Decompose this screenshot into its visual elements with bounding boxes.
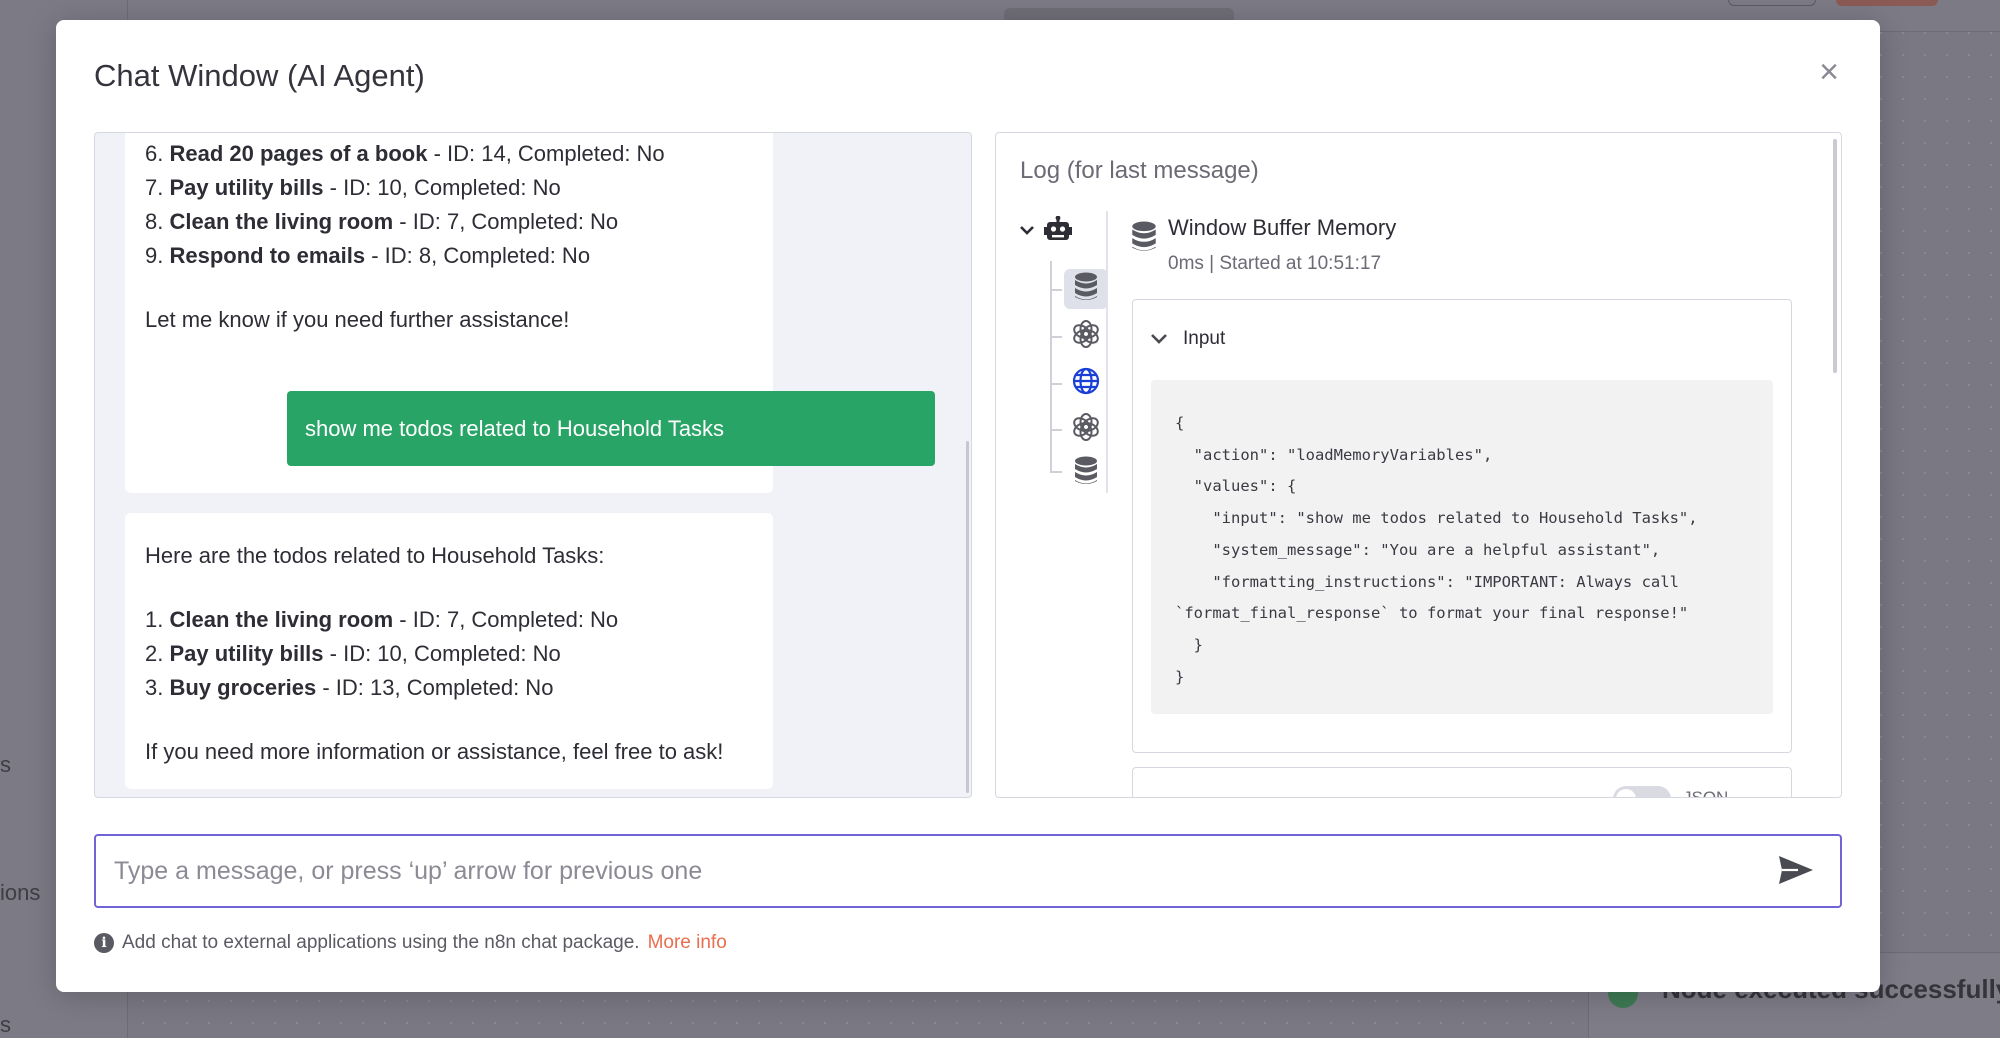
tree-item-openai-model[interactable] [1064, 316, 1108, 356]
list-item: 3. Buy groceries - ID: 13, Completed: No [145, 675, 554, 700]
background-button [1728, 0, 1816, 6]
json-toggle[interactable] [1613, 786, 1671, 797]
list-item: 9. Respond to emails - ID: 8, Completed:… [145, 243, 591, 268]
tree-item-window-buffer-memory[interactable] [1064, 453, 1108, 493]
log-node-name: Window Buffer Memory [1168, 215, 1397, 240]
tree-item-openai-model[interactable] [1064, 409, 1108, 449]
input-json-viewer[interactable]: { "action": "loadMemoryVariables", "valu… [1151, 380, 1773, 714]
background-sidebar-text: s [0, 1012, 11, 1037]
send-button[interactable] [1776, 854, 1816, 890]
message-text: Here are the todos related to Household … [145, 543, 605, 568]
globe-icon [1072, 367, 1100, 400]
list-item: 7. Pay utility bills - ID: 10, Completed… [145, 175, 561, 200]
message-text: If you need more information or assistan… [145, 739, 724, 764]
list-item: 2. Pay utility bills - ID: 10, Completed… [145, 641, 561, 666]
info-icon: i [94, 933, 114, 953]
chat-window-modal: Chat Window (AI Agent) × 6. Read 20 page… [56, 20, 1880, 992]
log-panel[interactable]: Log (for last message) Window Buffer Mem… [995, 132, 1842, 798]
tree-item-ai-agent[interactable] [1020, 213, 1108, 249]
list-item: 8. Clean the living room - ID: 7, Comple… [145, 209, 619, 234]
input-section-label: Input [1183, 328, 1226, 349]
close-icon[interactable]: × [1814, 55, 1844, 89]
background-sidebar-text: s [0, 752, 11, 777]
footer-note-text: Add chat to external applications using … [122, 932, 640, 953]
robot-icon [1044, 215, 1072, 247]
footer-note: i Add chat to external applications usin… [94, 932, 727, 954]
log-node-meta: 0ms | Started at 10:51:17 [1168, 253, 1382, 274]
chevron-down-icon [1020, 222, 1034, 240]
chat-messages-panel[interactable]: 6. Read 20 pages of a book - ID: 14, Com… [94, 132, 972, 798]
log-title: Log (for last message) [1020, 157, 1259, 184]
database-icon [1073, 272, 1099, 307]
background-sidebar-text: ions [0, 880, 41, 905]
message-text: Let me know if you need further assistan… [145, 307, 570, 332]
more-info-link[interactable]: More info [648, 932, 727, 954]
database-icon [1130, 221, 1158, 258]
list-item: 1. Clean the living room - ID: 7, Comple… [145, 607, 619, 632]
chat-input-box [94, 834, 1842, 908]
list-item: 6. Read 20 pages of a book - ID: 14, Com… [145, 141, 665, 166]
modal-title: Chat Window (AI Agent) [94, 58, 425, 93]
bot-message: Here are the todos related to Household … [125, 513, 773, 789]
output-section: JSON [1132, 767, 1792, 798]
user-message: show me todos related to Household Tasks [287, 391, 935, 466]
tree-item-http-request[interactable] [1064, 363, 1108, 403]
execution-tree [1020, 213, 1108, 513]
input-json: { "action": "loadMemoryVariables", "valu… [1175, 414, 1698, 686]
log-scrollbar[interactable] [1833, 139, 1837, 373]
openai-icon [1072, 412, 1100, 446]
input-section-toggle[interactable]: Input [1151, 328, 1225, 350]
chevron-down-icon [1151, 328, 1167, 350]
json-toggle-label: JSON [1683, 788, 1729, 798]
input-section: Input { "action": "loadMemoryVariables",… [1132, 299, 1792, 753]
database-icon [1073, 456, 1099, 491]
send-icon [1778, 855, 1814, 890]
background-button [1836, 0, 1938, 6]
message-input[interactable] [114, 836, 1714, 906]
tree-item-window-buffer-memory[interactable] [1064, 269, 1108, 309]
chat-scrollbar[interactable] [966, 441, 969, 793]
openai-icon [1072, 319, 1100, 353]
